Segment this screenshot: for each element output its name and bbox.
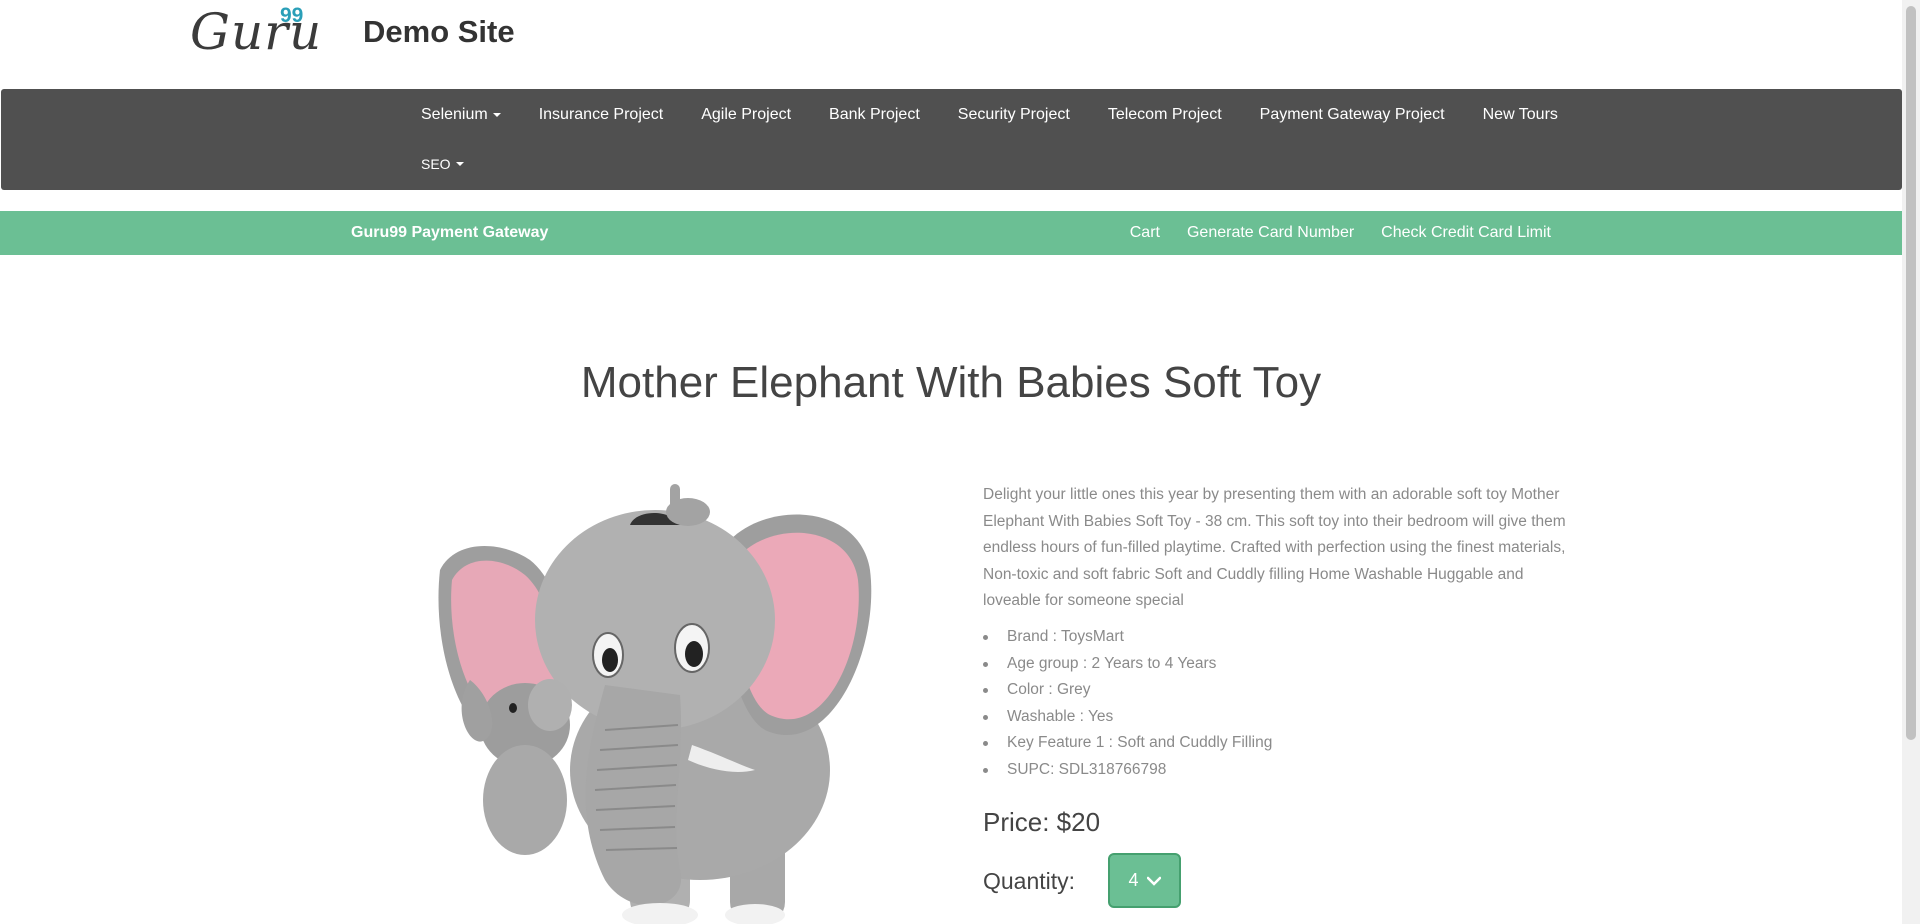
feature-item: Brand : ToysMart	[983, 624, 1583, 651]
nav-item-payment-gateway-project[interactable]: Payment Gateway Project	[1260, 106, 1445, 124]
product-price: Price: $20	[983, 807, 1101, 837]
product-description: Delight your little ones this year by pr…	[983, 486, 1566, 609]
quantity-select[interactable]: 4	[1108, 853, 1181, 908]
nav-item-bank-project[interactable]: Bank Project	[829, 106, 920, 124]
product-title: Mother Elephant With Babies Soft Toy	[580, 358, 1322, 407]
feature-item: Color : Grey	[983, 677, 1583, 704]
site-header: Guru 99 Demo Site	[0, 0, 1902, 90]
navbar-row-2: SEO	[421, 141, 502, 187]
page: Guru 99 Demo Site Selenium Insurance Pro…	[0, 0, 1920, 924]
payment-gateway-links: Cart Generate Card Number Check Credit C…	[1103, 211, 1551, 255]
feature-item: Age group : 2 Years to 4 Years	[983, 651, 1583, 678]
payment-gateway-navbar: Guru99 Payment Gateway Cart Generate Car…	[0, 211, 1902, 255]
quantity-label: Quantity:	[983, 868, 1076, 894]
nav-item-selenium[interactable]: Selenium	[421, 106, 501, 124]
nav-item-seo[interactable]: SEO	[421, 156, 464, 172]
caret-down-icon	[455, 162, 464, 166]
caret-down-icon	[492, 113, 501, 117]
nav-item-telecom-project[interactable]: Telecom Project	[1108, 106, 1222, 124]
nav-item-label: Selenium	[421, 106, 488, 123]
chevron-down-icon	[1146, 870, 1161, 891]
site-title: Demo Site	[363, 14, 515, 49]
nav-item-security-project[interactable]: Security Project	[958, 106, 1070, 124]
logo-superscript: 99	[280, 4, 304, 27]
page-scrollbar[interactable]	[1902, 0, 1920, 924]
quantity-value: 4	[1128, 870, 1139, 890]
nav-item-insurance-project[interactable]: Insurance Project	[539, 106, 664, 124]
generate-card-number-link[interactable]: Generate Card Number	[1187, 224, 1354, 242]
cart-link[interactable]: Cart	[1130, 224, 1160, 242]
navbar-row-1: Selenium Insurance Project Agile Project…	[421, 89, 1596, 141]
guru99-logo[interactable]: Guru 99	[190, 4, 322, 60]
feature-item: SUPC: SDL318766798	[983, 757, 1583, 784]
product-image	[430, 480, 890, 924]
nav-item-new-tours[interactable]: New Tours	[1483, 106, 1558, 124]
feature-item: Key Feature 1 : Soft and Cuddly Filling	[983, 730, 1583, 757]
nav-item-agile-project[interactable]: Agile Project	[701, 106, 791, 124]
nav-item-label: SEO	[421, 156, 451, 172]
product-features: Brand : ToysMart Age group : 2 Years to …	[983, 624, 1583, 783]
scrollbar-thumb[interactable]	[1906, 6, 1916, 740]
main-navbar: Selenium Insurance Project Agile Project…	[1, 89, 1902, 190]
elephant-toy-image	[438, 484, 872, 924]
check-credit-card-limit-link[interactable]: Check Credit Card Limit	[1381, 224, 1551, 242]
feature-item: Washable : Yes	[983, 704, 1583, 731]
payment-gateway-brand[interactable]: Guru99 Payment Gateway	[351, 211, 548, 255]
